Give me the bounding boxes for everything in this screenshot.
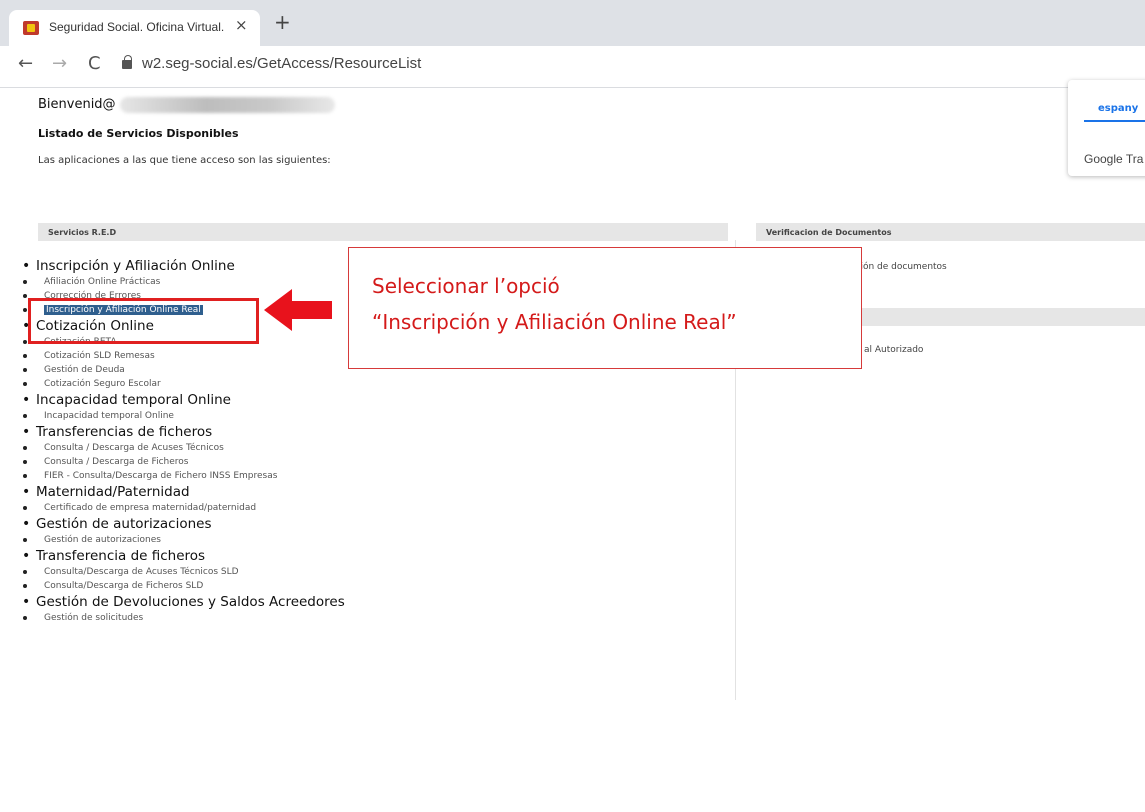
service-link-label[interactable]: Gestión de Deuda xyxy=(44,365,125,375)
welcome-text: Bienvenid@ xyxy=(38,97,116,112)
service-link-label[interactable]: Incapacidad temporal Online xyxy=(44,411,174,421)
service-link-label[interactable]: Afiliación Online Prácticas xyxy=(44,277,160,287)
instruction-line-1: Seleccionar l’opció xyxy=(372,274,560,298)
service-link[interactable]: Consulta / Descarga de Ficheros xyxy=(22,455,722,469)
service-link[interactable]: FIER - Consulta/Descarga de Fichero INSS… xyxy=(22,469,722,483)
service-category-label: Maternidad/Paternidad xyxy=(36,484,190,500)
close-tab-icon[interactable]: × xyxy=(235,16,248,34)
instruction-line-2: “Inscripción y Afiliación Online Real” xyxy=(372,310,737,334)
reload-icon[interactable]: C xyxy=(88,54,101,74)
instruction-callout: Seleccionar l’opció “Inscripción y Afili… xyxy=(348,247,862,369)
service-link-label[interactable]: Cotización Seguro Escolar xyxy=(44,379,161,389)
seg-social-favicon-icon xyxy=(23,21,39,35)
service-link[interactable]: Gestión de autorizaciones xyxy=(22,533,722,547)
service-link[interactable]: Certificado de empresa maternidad/patern… xyxy=(22,501,722,515)
service-category-label: Transferencias de ficheros xyxy=(36,424,213,440)
service-category-label: Incapacidad temporal Online xyxy=(36,392,231,408)
service-category: Transferencia de ficheros xyxy=(22,547,722,565)
service-link-label[interactable]: Consulta / Descarga de Acuses Técnicos xyxy=(44,443,224,453)
lock-icon[interactable] xyxy=(122,55,132,69)
service-link[interactable]: Consulta/Descarga de Acuses Técnicos SLD xyxy=(22,565,722,579)
service-link-label[interactable]: Consulta/Descarga de Ficheros SLD xyxy=(44,581,203,591)
service-category: Gestión de autorizaciones xyxy=(22,515,722,533)
back-arrow-icon[interactable]: ← xyxy=(18,54,33,74)
service-link-label[interactable]: Gestión de solicitudes xyxy=(44,613,143,623)
service-category-label: Gestión de Devoluciones y Saldos Acreedo… xyxy=(36,594,345,610)
service-category: Transferencias de ficheros xyxy=(22,423,722,441)
translate-service-label: Google Tra xyxy=(1084,152,1144,166)
red-arrow-icon xyxy=(264,289,332,331)
service-category-label: Transferencia de ficheros xyxy=(36,548,206,564)
red-services-header: Servicios R.E.D xyxy=(38,223,728,241)
service-category-label: Inscripción y Afiliación Online xyxy=(36,258,235,274)
authorized-personnel-link[interactable]: al Autorizado xyxy=(864,345,923,355)
service-category-label: Gestión de autorizaciones xyxy=(36,516,212,532)
selection-highlight-box xyxy=(28,298,259,344)
service-link[interactable]: Consulta / Descarga de Acuses Técnicos xyxy=(22,441,722,455)
redacted-user-name xyxy=(120,97,335,113)
browser-tab[interactable]: Seguridad Social. Oficina Virtual. × xyxy=(9,10,260,46)
service-category: Maternidad/Paternidad xyxy=(22,483,722,501)
translate-language-tab[interactable]: espany xyxy=(1098,103,1138,114)
service-link[interactable]: Gestión de solicitudes xyxy=(22,611,722,625)
new-tab-icon[interactable]: + xyxy=(274,12,291,32)
browser-toolbar: ← → C w2.seg-social.es/GetAccess/Resourc… xyxy=(0,46,1145,88)
service-link-label[interactable]: Gestión de autorizaciones xyxy=(44,535,161,545)
service-category: Gestión de Devoluciones y Saldos Acreedo… xyxy=(22,593,722,611)
service-link[interactable]: Incapacidad temporal Online xyxy=(22,409,722,423)
services-list-title: Listado de Servicios Disponibles xyxy=(38,127,239,140)
translate-tab-underline xyxy=(1084,120,1145,122)
translate-popup: espany Google Tra xyxy=(1068,80,1145,176)
forward-arrow-icon[interactable]: → xyxy=(52,54,67,74)
service-link-label[interactable]: Consulta/Descarga de Acuses Técnicos SLD xyxy=(44,567,239,577)
browser-tab-bar: Seguridad Social. Oficina Virtual. × + xyxy=(0,0,1145,46)
address-bar[interactable]: w2.seg-social.es/GetAccess/ResourceList xyxy=(142,55,421,72)
service-link-label[interactable]: Certificado de empresa maternidad/patern… xyxy=(44,503,256,513)
service-link[interactable]: Consulta/Descarga de Ficheros SLD xyxy=(22,579,722,593)
service-link-label[interactable]: FIER - Consulta/Descarga de Fichero INSS… xyxy=(44,471,277,481)
document-verification-link[interactable]: ación de documentos xyxy=(850,262,947,272)
document-verification-header: Verificacion de Documentos xyxy=(756,223,1145,241)
tab-title: Seguridad Social. Oficina Virtual. xyxy=(49,20,225,34)
service-category: Incapacidad temporal Online xyxy=(22,391,722,409)
service-link-label[interactable]: Consulta / Descarga de Ficheros xyxy=(44,457,188,467)
service-link[interactable]: Cotización Seguro Escolar xyxy=(22,377,722,391)
services-list-description: Las aplicaciones a las que tiene acceso … xyxy=(38,155,331,166)
service-link-label[interactable]: Cotización SLD Remesas xyxy=(44,351,155,361)
